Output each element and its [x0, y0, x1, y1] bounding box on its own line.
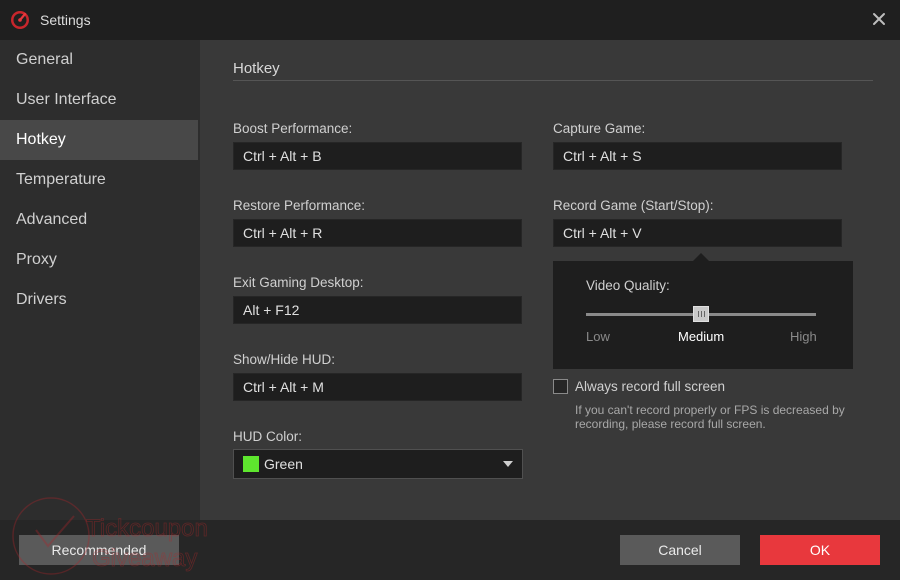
sidebar: General User Interface Hotkey Temperatur… [0, 40, 200, 520]
close-icon[interactable] [868, 8, 890, 30]
quality-panel-pointer [693, 253, 709, 261]
hud-color-label: HUD Color: [233, 429, 303, 444]
show-hide-hud-label: Show/Hide HUD: [233, 352, 336, 367]
hud-color-value: Green [264, 456, 303, 472]
chevron-down-icon [503, 461, 513, 467]
recommended-button[interactable]: Recommended [19, 535, 179, 565]
exit-gaming-desktop-label: Exit Gaming Desktop: [233, 275, 364, 290]
restore-performance-field[interactable]: Ctrl + Alt + R [233, 219, 522, 247]
boost-performance-label: Boost Performance: [233, 121, 353, 136]
section-divider [233, 80, 873, 81]
video-quality-slider-thumb[interactable] [693, 306, 709, 322]
sidebar-item-temperature[interactable]: Temperature [0, 160, 198, 200]
full-screen-checkbox[interactable] [553, 379, 568, 394]
capture-game-label: Capture Game: [553, 121, 646, 136]
sidebar-item-advanced[interactable]: Advanced [0, 200, 198, 240]
sidebar-item-general[interactable]: General [0, 40, 198, 80]
hud-color-dropdown[interactable]: Green [233, 449, 523, 479]
restore-performance-label: Restore Performance: [233, 198, 366, 213]
section-title: Hotkey [233, 60, 280, 77]
cancel-button[interactable]: Cancel [620, 535, 740, 565]
show-hide-hud-field[interactable]: Ctrl + Alt + M [233, 373, 522, 401]
capture-game-field[interactable]: Ctrl + Alt + S [553, 142, 842, 170]
title-bar: Settings [0, 0, 900, 40]
record-game-label: Record Game (Start/Stop): [553, 198, 714, 213]
boost-performance-field[interactable]: Ctrl + Alt + B [233, 142, 522, 170]
full-screen-label[interactable]: Always record full screen [575, 379, 725, 394]
video-quality-label: Video Quality: [586, 278, 670, 293]
sidebar-item-proxy[interactable]: Proxy [0, 240, 198, 280]
quality-option-low[interactable]: Low [586, 329, 610, 344]
quality-option-high[interactable]: High [790, 329, 817, 344]
footer: Recommended Cancel OK [0, 520, 900, 580]
sidebar-item-drivers[interactable]: Drivers [0, 280, 198, 320]
window-title: Settings [40, 12, 91, 28]
sidebar-item-user-interface[interactable]: User Interface [0, 80, 198, 120]
exit-gaming-desktop-field[interactable]: Alt + F12 [233, 296, 522, 324]
ok-button[interactable]: OK [760, 535, 880, 565]
app-logo-icon [11, 11, 29, 29]
hud-color-swatch [243, 456, 259, 472]
record-game-field[interactable]: Ctrl + Alt + V [553, 219, 842, 247]
video-quality-panel: Video Quality: Low Medium High [553, 261, 853, 369]
full-screen-hint: If you can't record properly or FPS is d… [575, 403, 845, 431]
quality-option-medium[interactable]: Medium [678, 329, 724, 344]
hotkey-panel: Hotkey Boost Performance: Ctrl + Alt + B… [200, 40, 900, 520]
sidebar-item-hotkey[interactable]: Hotkey [0, 120, 198, 160]
